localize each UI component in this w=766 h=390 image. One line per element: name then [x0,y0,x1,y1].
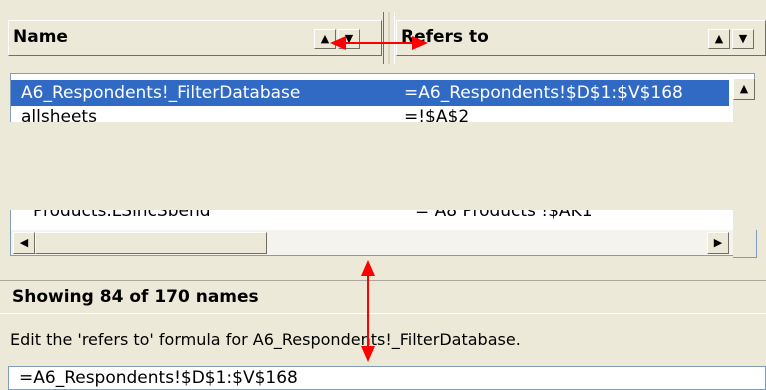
refers-sort-ascending-button[interactable]: ▲ [708,29,730,49]
arrow-down-icon: ▼ [738,32,748,45]
scroll-thumb[interactable] [35,232,267,254]
edit-hint-label: Edit the 'refers to' formula for A6_Resp… [10,330,521,349]
horizontal-scrollbar[interactable]: ◀ ▶ [10,230,733,256]
names-list[interactable]: A6_Respondents!_FilterDatabase =A6_Respo… [10,73,755,122]
name-cell: A6_Respondents!_FilterDatabase [21,83,301,103]
arrow-up-icon: ▲ [320,32,330,45]
vertical-scrollbar[interactable]: ▲ [733,78,755,122]
name-column-header[interactable]: Name ▲ ▼ [8,20,382,56]
sort-descending-button[interactable]: ▼ [338,29,360,49]
refers-to-cell: = A8 Products !$AK1 [415,210,593,221]
list-item[interactable]: Products.LSincSbend = A8 Products !$AK1 [11,210,729,224]
refers-sort-descending-button[interactable]: ▼ [732,29,754,49]
name-cell: Products.LSincSbend [33,210,211,221]
arrow-right-icon: ▶ [713,236,723,249]
refers-to-formula-input[interactable]: =A6_Respondents!$D$1:$V$168 [8,366,766,390]
name-column-title: Name [13,27,68,47]
list-item[interactable]: allsheets =!$A$2 [11,104,729,122]
refers-to-cell: =!$A$2 [404,107,470,122]
refers-to-column-title: Refers to [401,27,489,47]
arrow-up-icon: ▲ [739,82,749,95]
name-cell: allsheets [21,107,97,122]
arrow-up-icon: ▲ [714,32,724,45]
scroll-up-button[interactable]: ▲ [733,78,755,100]
scroll-left-button[interactable]: ◀ [13,232,35,254]
refers-to-column-header[interactable]: Refers to ▲ ▼ [396,20,766,56]
sort-ascending-button[interactable]: ▲ [314,29,336,49]
list-item[interactable]: A6_Respondents!_FilterDatabase =A6_Respo… [11,80,729,106]
arrow-down-icon: ▼ [344,32,354,45]
column-splitter[interactable] [383,12,395,64]
arrow-left-icon: ◀ [19,236,29,249]
status-bar: Showing 84 of 170 names [0,280,766,314]
refers-to-cell: =A6_Respondents!$D$1:$V$168 [404,83,683,103]
scroll-right-button[interactable]: ▶ [707,232,729,254]
size-grip [733,230,757,258]
status-text: Showing 84 of 170 names [12,287,259,307]
